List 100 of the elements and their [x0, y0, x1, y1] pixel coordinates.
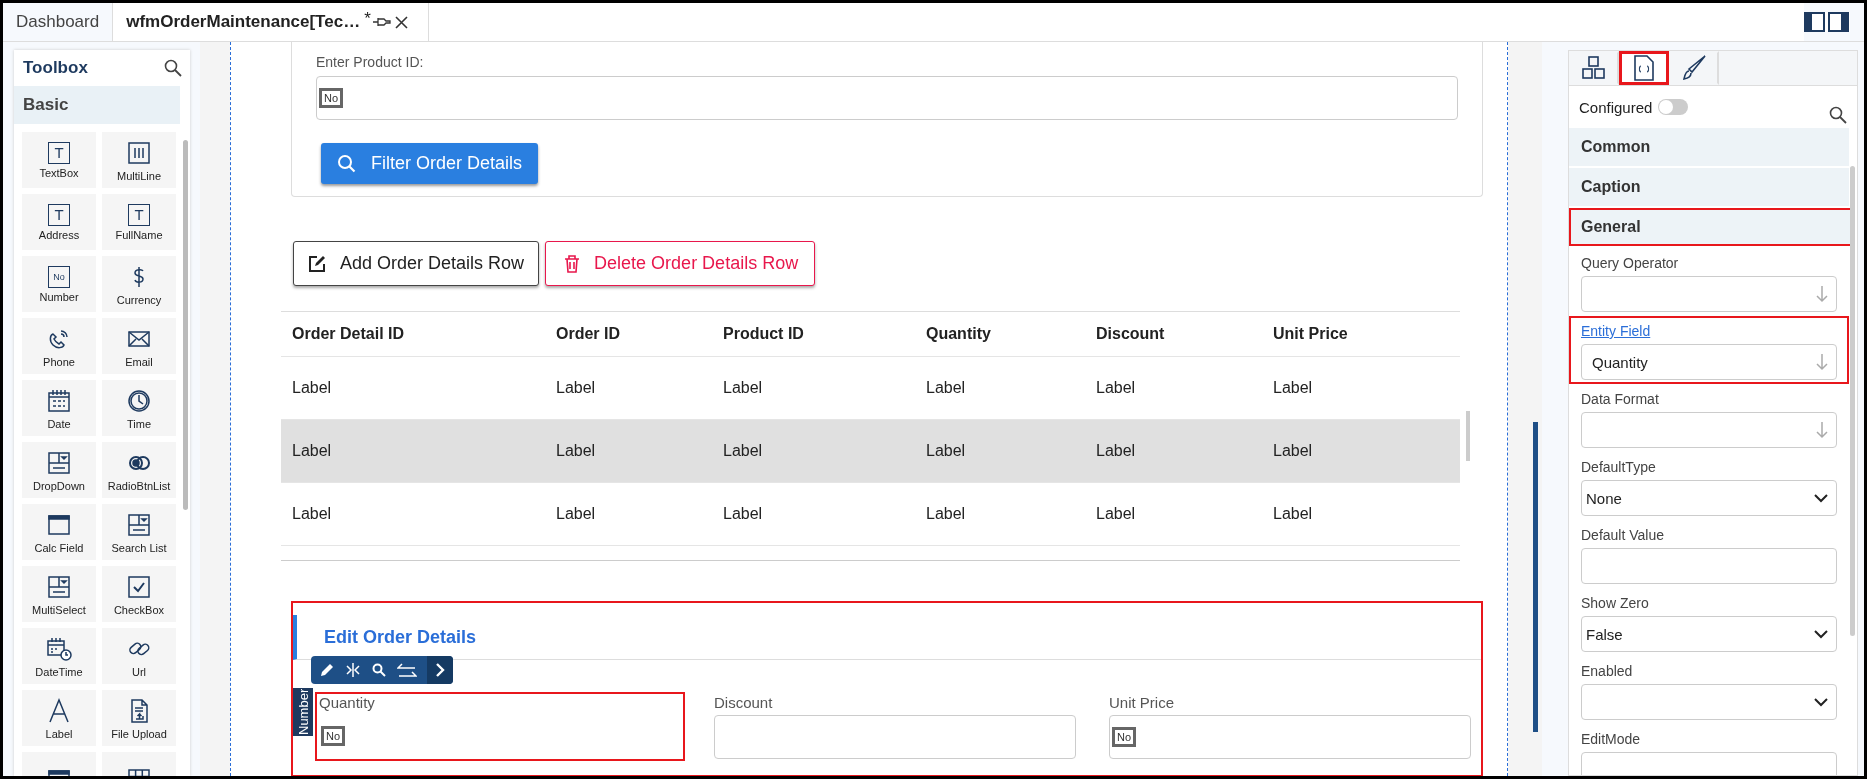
select-field[interactable]: None [1581, 480, 1837, 516]
toolbox-title: Toolbox [23, 58, 88, 78]
table-cell-text: Label [926, 379, 967, 397]
configured-toggle[interactable] [1658, 99, 1689, 115]
field-label: Query Operator [1581, 255, 1680, 271]
select-field[interactable] [1581, 684, 1837, 720]
down-arrow-icon [1816, 353, 1828, 371]
field-link[interactable]: Entity Field [1581, 323, 1837, 339]
pencil-icon[interactable] [319, 662, 335, 678]
table-cell-text: Label [556, 379, 597, 397]
toolbox-item[interactable]: File Upload [102, 690, 176, 746]
toolbox-item[interactable]: MultiLine [102, 132, 176, 188]
number-badge: No [319, 88, 344, 108]
section-header[interactable]: Common [1569, 128, 1849, 166]
trash-icon [564, 254, 581, 273]
column-header: Order ID [556, 325, 621, 343]
table-cell-text: Label [1096, 505, 1137, 523]
column-header: Quantity [926, 325, 992, 343]
search-icon[interactable] [1829, 106, 1847, 124]
down-arrow-icon [1816, 285, 1828, 303]
search-icon [337, 153, 357, 174]
lookup-field[interactable]: Quantity [1581, 344, 1837, 380]
field-label: Show Zero [1581, 595, 1650, 611]
pin-icon[interactable] [372, 16, 391, 28]
add-row-button[interactable]: Add Order Details Row [293, 241, 540, 286]
lookup-field[interactable] [1581, 412, 1837, 448]
toggle-label: Configured [1579, 98, 1653, 116]
input-field[interactable] [714, 715, 1076, 759]
toolbox-group-header[interactable]: Basic [14, 86, 180, 124]
table-cell-text: Label [1273, 379, 1314, 397]
lookup-field[interactable] [1581, 276, 1837, 312]
field-label: Default Value [1581, 527, 1665, 543]
field-label: Discount [714, 694, 774, 711]
table-cell-text: Label [926, 505, 967, 523]
brush-icon [1681, 54, 1707, 82]
table-cell-text: Label [292, 379, 333, 397]
table-cell-text: Label [723, 442, 764, 460]
field-label: DefaultType [1581, 459, 1657, 475]
search-icon[interactable] [164, 59, 182, 77]
table-cell-text: Label [1096, 379, 1137, 397]
chevron-down-icon [1814, 629, 1828, 639]
toolbox-item[interactable]: DropDown [22, 442, 96, 498]
panel-layout-icon[interactable] [1804, 12, 1850, 32]
input-field[interactable]: No [316, 76, 1458, 120]
blocks-icon [1581, 55, 1607, 81]
toolbox-item[interactable]: Phone [22, 318, 96, 374]
toolbox-item[interactable]: Currency [102, 256, 176, 312]
section-header[interactable]: General [1569, 208, 1853, 246]
toolbox-item[interactable]: T FullName [102, 194, 176, 250]
column-header: Unit Price [1273, 325, 1349, 343]
toolbox-item[interactable]: T Address [22, 194, 96, 250]
field-label: Enabled [1581, 663, 1634, 679]
table-cell-text: Label [1096, 442, 1137, 460]
table-cell-text: Label [556, 442, 597, 460]
field-type-icon: No [48, 265, 70, 288]
toolbox-item[interactable]: Calc Field [22, 504, 96, 560]
field-type-icon: T [48, 141, 70, 164]
split-icon[interactable] [345, 662, 361, 678]
chevron-down-icon [1814, 697, 1828, 707]
code-file-icon [1633, 54, 1655, 82]
select-field[interactable]: False [1581, 616, 1837, 652]
selected-field[interactable]: Quantity No [315, 692, 685, 761]
table-cell-text: Label [723, 379, 764, 397]
next-button[interactable] [427, 656, 453, 684]
toolbox-item[interactable]: T TextBox [22, 132, 96, 188]
column-header: Discount [1096, 325, 1166, 343]
input-field[interactable]: No [319, 715, 681, 757]
toolbox-item[interactable]: Url [102, 628, 176, 684]
toolbox-item[interactable]: Label [22, 690, 96, 746]
swap-arrows-icon[interactable] [397, 662, 417, 678]
document-tab[interactable]: wfmOrderMaintenance[Tec… * [113, 3, 429, 41]
toolbox-item[interactable]: Date [22, 380, 96, 436]
table-cell-text: Label [556, 505, 597, 523]
table-cell-text: Label [292, 505, 333, 523]
column-header: Product ID [723, 325, 805, 343]
section-title: Edit Order Details [324, 626, 477, 648]
input-field[interactable]: No [1109, 715, 1471, 759]
code-tab[interactable] [1619, 51, 1669, 85]
number-badge: No [1112, 727, 1137, 747]
delete-row-button[interactable]: Delete Order Details Row [545, 241, 816, 286]
toolbox-item[interactable]: CheckBox [102, 566, 176, 622]
toolbox-item[interactable]: DateTime [22, 628, 96, 684]
input-field[interactable] [1581, 548, 1837, 584]
filter-button[interactable]: Filter Order Details [321, 143, 539, 184]
section-header[interactable]: Caption [1569, 168, 1849, 206]
edit-icon [308, 254, 326, 273]
close-icon[interactable] [394, 15, 408, 29]
down-arrow-icon [1816, 421, 1828, 439]
toolbox-item[interactable]: Time [102, 380, 176, 436]
field-label: Data Format [1581, 391, 1660, 407]
chevron-down-icon [1814, 493, 1828, 503]
toolbox-item[interactable]: No Number [22, 256, 96, 312]
toolbox-item[interactable]: RadioBtnList [102, 442, 176, 498]
toolbox-item[interactable]: MultiSelect [22, 566, 96, 622]
search-icon[interactable] [371, 662, 387, 678]
toolbox-item[interactable]: Search List [102, 504, 176, 560]
field-label: Unit Price [1109, 694, 1176, 711]
toolbox-item[interactable]: Email [102, 318, 176, 374]
column-header: Order Detail ID [292, 325, 406, 343]
field-type-icon: T [48, 203, 70, 226]
